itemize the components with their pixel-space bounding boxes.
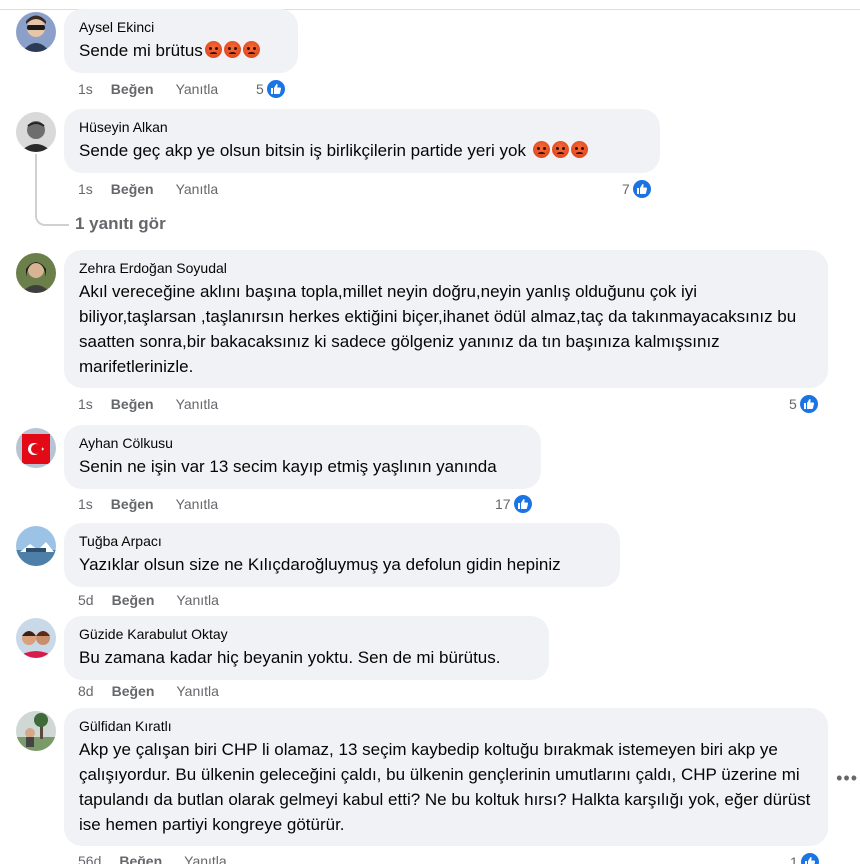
timestamp[interactable]: 1s (78, 81, 93, 97)
like-count: 7 (622, 181, 630, 197)
comment-text: Sende geç akp ye olsun bitsin iş birlikç… (79, 138, 646, 163)
comment-author[interactable]: Ayhan Cölkusu (79, 434, 527, 452)
like-button[interactable]: Beğen (111, 81, 154, 97)
angry-emoji-icon (242, 41, 260, 58)
comment-text: Yazıklar olsun size ne Kılıçdaroğluymuş … (79, 555, 561, 574)
comment-actions: 1s Beğen Yanıtla (78, 494, 218, 514)
avatar[interactable] (16, 618, 56, 658)
timestamp[interactable]: 1s (78, 396, 93, 412)
comment-author[interactable]: Güzide Karabulut Oktay (79, 625, 535, 643)
angry-emoji-icon (532, 141, 550, 158)
like-button[interactable]: Beğen (111, 181, 154, 197)
timestamp[interactable]: 5d (78, 592, 94, 608)
comment-actions: 56d Beğen Yanıtla (78, 851, 227, 864)
angry-emoji-icon (551, 141, 569, 158)
reaction-count[interactable]: 5 (789, 393, 819, 415)
reaction-count[interactable]: 5 (256, 78, 286, 100)
avatar[interactable] (16, 112, 56, 152)
reaction-count[interactable]: 1 (790, 851, 820, 864)
avatar[interactable] (16, 711, 56, 751)
like-count: 17 (495, 496, 511, 512)
comment-actions: 1s Beğen Yanıtla (78, 394, 218, 414)
comment-author[interactable]: Hüseyin Alkan (79, 118, 646, 136)
like-icon (265, 79, 286, 99)
like-count: 1 (790, 854, 798, 864)
timestamp[interactable]: 1s (78, 181, 93, 197)
comment-bubble: Ayhan Cölkusu Senin ne işin var 13 secim… (64, 425, 541, 489)
thread-connector (35, 200, 69, 226)
like-button[interactable]: Beğen (111, 496, 154, 512)
comment-actions: 1s Beğen Yanıtla (78, 79, 218, 99)
like-icon (798, 394, 819, 414)
comment-bubble: Hüseyin Alkan Sende geç akp ye olsun bit… (64, 109, 660, 173)
angry-emoji-icon (204, 41, 222, 58)
timestamp[interactable]: 56d (78, 853, 101, 864)
like-icon (799, 852, 820, 864)
like-button[interactable]: Beğen (111, 396, 154, 412)
ellipsis-icon[interactable]: ••• (836, 768, 858, 789)
comment-bubble: Aysel Ekinci Sende mi brütus (64, 9, 298, 73)
comment-text: Akıl vereceğine aklını başına topla,mill… (79, 282, 797, 376)
comment-author[interactable]: Zehra Erdoğan Soyudal (79, 259, 814, 277)
reply-button[interactable]: Yanıtla (184, 853, 227, 864)
avatar[interactable] (16, 428, 56, 468)
comment-text: Senin ne işin var 13 secim kayıp etmiş y… (79, 457, 497, 476)
like-icon (512, 494, 533, 514)
reaction-count[interactable]: 17 (495, 493, 533, 515)
timestamp[interactable]: 1s (78, 496, 93, 512)
like-button[interactable]: Beğen (112, 592, 155, 608)
like-count: 5 (789, 396, 797, 412)
comment-text: Akp ye çalışan biri CHP li olamaz, 13 se… (79, 740, 811, 834)
like-button[interactable]: Beğen (112, 683, 155, 699)
reply-button[interactable]: Yanıtla (176, 683, 219, 699)
comment-actions: 1s Beğen Yanıtla (78, 179, 218, 199)
comment-bubble: Gülfidan Kıratlı Akp ye çalışan biri CHP… (64, 708, 828, 846)
reaction-count[interactable]: 7 (622, 178, 652, 200)
comment-bubble: Zehra Erdoğan Soyudal Akıl vereceğine ak… (64, 250, 828, 388)
view-replies-link[interactable]: 1 yanıtı gör (75, 214, 166, 234)
comment-bubble: Güzide Karabulut Oktay Bu zamana kadar h… (64, 616, 549, 680)
reply-button[interactable]: Yanıtla (176, 396, 219, 412)
reply-button[interactable]: Yanıtla (176, 81, 219, 97)
comment-text: Bu zamana kadar hiç beyanin yoktu. Sen d… (79, 648, 501, 667)
angry-emoji-icon (223, 41, 241, 58)
like-icon (631, 179, 652, 199)
angry-emoji-icon (570, 141, 588, 158)
comment-actions: 5d Beğen Yanıtla (78, 590, 219, 610)
reply-button[interactable]: Yanıtla (176, 496, 219, 512)
avatar[interactable] (16, 526, 56, 566)
reply-button[interactable]: Yanıtla (176, 592, 219, 608)
like-count: 5 (256, 81, 264, 97)
comment-actions: 8d Beğen Yanıtla (78, 681, 219, 701)
comment-bubble: Tuğba Arpacı Yazıklar olsun size ne Kılı… (64, 523, 620, 587)
like-button[interactable]: Beğen (119, 853, 162, 864)
avatar[interactable] (16, 253, 56, 293)
comment-author[interactable]: Aysel Ekinci (79, 18, 284, 36)
comment-text: Sende mi brütus (79, 38, 284, 63)
reply-button[interactable]: Yanıtla (176, 181, 219, 197)
avatar[interactable] (16, 12, 56, 52)
timestamp[interactable]: 8d (78, 683, 94, 699)
comment-author[interactable]: Gülfidan Kıratlı (79, 717, 814, 735)
comment-author[interactable]: Tuğba Arpacı (79, 532, 606, 550)
